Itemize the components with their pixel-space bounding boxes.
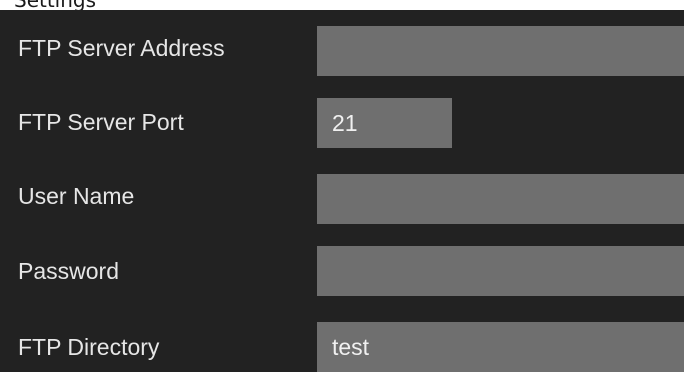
ftp-server-address-row: FTP Server Address xyxy=(0,24,684,78)
ftp-directory-label: FTP Directory xyxy=(18,334,160,360)
ftp-server-port-input[interactable] xyxy=(317,98,452,148)
password-input[interactable] xyxy=(317,246,684,296)
password-row: Password xyxy=(0,246,684,300)
ftp-server-address-label: FTP Server Address xyxy=(18,35,225,61)
section-heading: Settings xyxy=(14,0,96,10)
user-name-input[interactable] xyxy=(317,174,684,224)
ftp-directory-input[interactable] xyxy=(317,322,684,372)
ftp-server-port-label: FTP Server Port xyxy=(18,109,184,135)
ftp-directory-row: FTP Directory xyxy=(0,320,684,372)
ftp-settings-panel: FTP Server Address FTP Server Port User … xyxy=(0,10,684,372)
top-strip: Settings xyxy=(0,0,684,10)
ftp-server-port-row: FTP Server Port xyxy=(0,98,684,152)
user-name-row: User Name xyxy=(0,172,684,226)
ftp-server-address-input[interactable] xyxy=(317,26,684,76)
user-name-label: User Name xyxy=(18,183,135,209)
password-label: Password xyxy=(18,258,119,284)
